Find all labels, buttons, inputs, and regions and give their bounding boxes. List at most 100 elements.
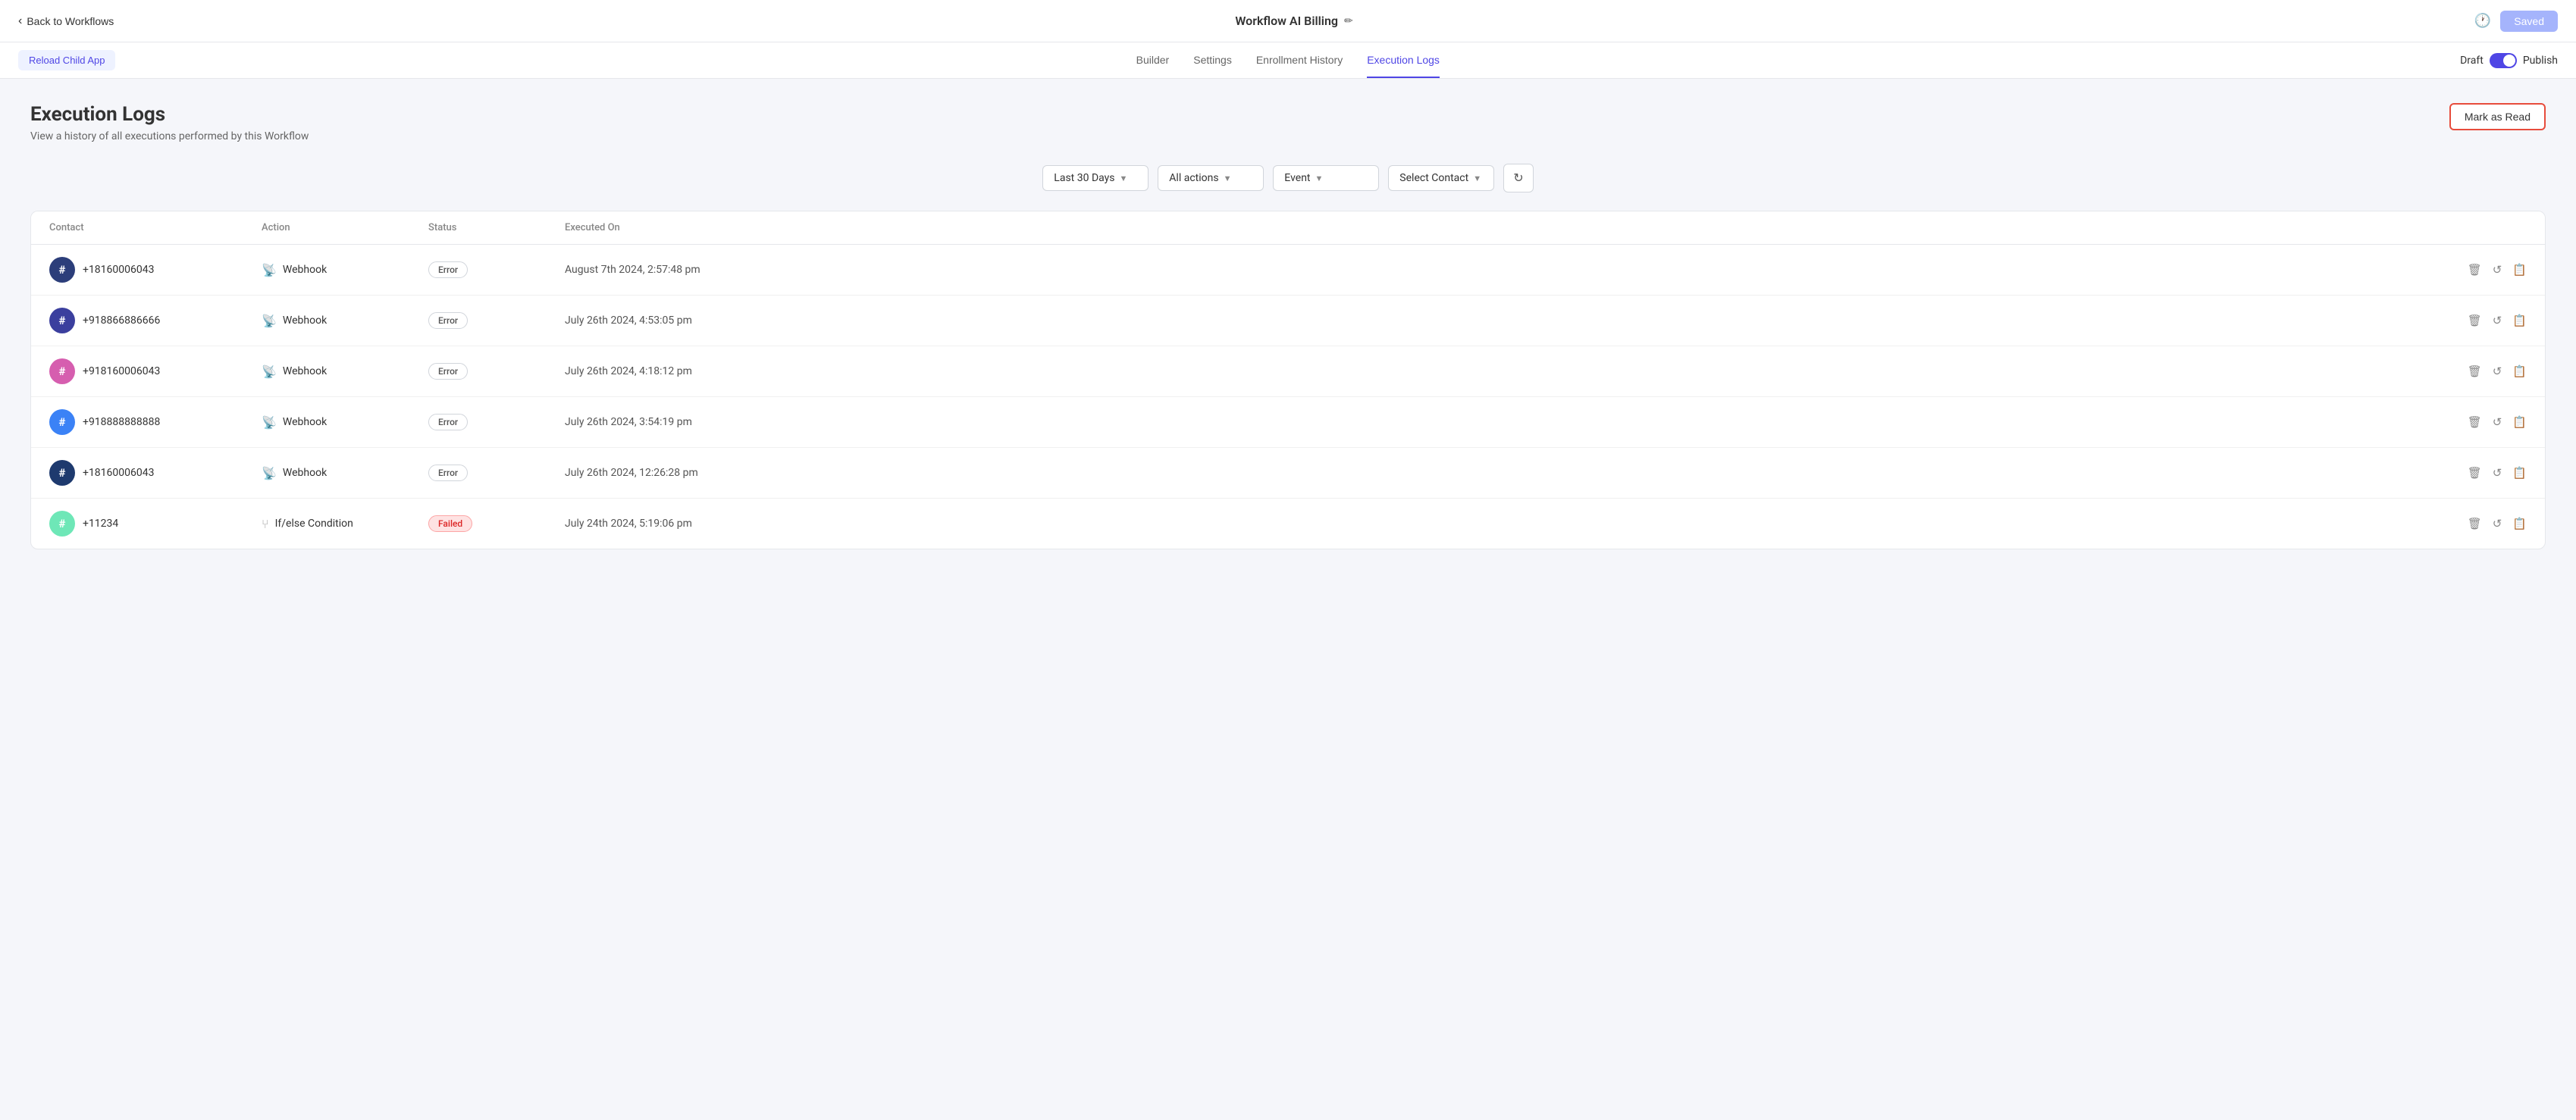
avatar: # (49, 460, 75, 486)
tab-builder[interactable]: Builder (1136, 43, 1170, 78)
status-cell: Failed (428, 515, 565, 532)
header-action: Action (262, 222, 428, 233)
back-to-workflows-button[interactable]: ‹ Back to Workflows (18, 14, 114, 28)
delete-button[interactable]: 🗑 (2468, 364, 2482, 378)
contact-number: +918888888888 (83, 416, 160, 428)
retry-button[interactable]: ↺ (2493, 263, 2502, 277)
actions-filter[interactable]: All actions ▼ (1158, 165, 1264, 191)
actions-label: All actions (1169, 172, 1218, 184)
reload-child-app-button[interactable]: Reload Child App (18, 50, 115, 70)
executed-on-cell: July 26th 2024, 12:26:28 pm (565, 467, 2436, 479)
contact-number: +18160006043 (83, 467, 155, 479)
avatar: # (49, 511, 75, 537)
draft-label: Draft (2460, 55, 2484, 67)
event-filter[interactable]: Event ▼ (1273, 165, 1379, 191)
row-actions: 🗑 ↺ 📋 (2436, 517, 2527, 530)
status-cell: Error (428, 465, 565, 481)
table-row: # +918160006043 📡 Webhook Error July 26t… (31, 346, 2545, 397)
row-actions: 🗑 ↺ 📋 (2436, 314, 2527, 327)
row-actions: 🗑 ↺ 📋 (2436, 415, 2527, 429)
contact-cell: # +918888888888 (49, 409, 262, 435)
table-row: # +918866886666 📡 Webhook Error July 26t… (31, 296, 2545, 346)
header-actions (2436, 222, 2527, 233)
event-label: Event (1284, 172, 1310, 184)
select-contact-label: Select Contact (1399, 172, 1468, 184)
select-contact-chevron-icon: ▼ (1473, 174, 1481, 183)
delete-button[interactable]: 🗑 (2468, 466, 2482, 480)
header-executed-on: Executed On (565, 222, 2436, 233)
saved-button[interactable]: Saved (2500, 11, 2558, 32)
publish-label: Publish (2523, 55, 2558, 67)
contact-number: +18160006043 (83, 264, 155, 276)
action-cell: 📡 Webhook (262, 314, 428, 328)
mark-as-read-button[interactable]: Mark as Read (2449, 103, 2546, 130)
edit-icon[interactable]: ✏ (1344, 15, 1353, 27)
action-icon: 📡 (262, 466, 277, 480)
table-row: # +11234 ⑂ If/else Condition Failed July… (31, 499, 2545, 549)
contact-cell: # +918160006043 (49, 358, 262, 384)
executed-on-cell: July 24th 2024, 5:19:06 pm (565, 518, 2436, 530)
action-label: Webhook (283, 314, 327, 327)
action-cell: 📡 Webhook (262, 263, 428, 277)
publish-toggle[interactable] (2490, 53, 2517, 68)
contact-number: +918866886666 (83, 314, 160, 327)
view-log-button[interactable]: 📋 (2512, 415, 2527, 429)
status-badge: Error (428, 465, 468, 481)
draft-publish-toggle: Draft Publish (2460, 53, 2558, 68)
history-icon[interactable]: 🕐 (2474, 13, 2491, 29)
contact-number: +11234 (83, 518, 118, 530)
action-cell: ⑂ If/else Condition (262, 517, 428, 531)
status-cell: Error (428, 414, 565, 430)
delete-button[interactable]: 🗑 (2468, 263, 2482, 277)
row-actions: 🗑 ↺ 📋 (2436, 466, 2527, 480)
view-log-button[interactable]: 📋 (2512, 263, 2527, 277)
table-row: # +18160006043 📡 Webhook Error August 7t… (31, 245, 2545, 296)
event-chevron-icon: ▼ (1315, 174, 1324, 183)
retry-button[interactable]: ↺ (2493, 415, 2502, 429)
row-actions: 🗑 ↺ 📋 (2436, 263, 2527, 277)
main-content: Execution Logs View a history of all exe… (0, 79, 2576, 574)
workflow-title-area: Workflow AI Billing ✏ (1235, 14, 1352, 28)
retry-button[interactable]: ↺ (2493, 517, 2502, 530)
contact-number: +918160006043 (83, 365, 160, 377)
tab-execution-logs[interactable]: Execution Logs (1367, 43, 1440, 78)
refresh-button[interactable]: ↻ (1503, 164, 1533, 192)
retry-button[interactable]: ↺ (2493, 364, 2502, 378)
filters-bar: Last 30 Days ▼ All actions ▼ Event ▼ Sel… (30, 164, 2546, 192)
view-log-button[interactable]: 📋 (2512, 517, 2527, 530)
row-actions: 🗑 ↺ 📋 (2436, 364, 2527, 378)
action-label: Webhook (283, 365, 327, 377)
select-contact-filter[interactable]: Select Contact ▼ (1388, 165, 1494, 191)
action-label: If/else Condition (275, 518, 353, 530)
table-row: # +18160006043 📡 Webhook Error July 26th… (31, 448, 2545, 499)
delete-button[interactable]: 🗑 (2468, 314, 2482, 327)
table-body: # +18160006043 📡 Webhook Error August 7t… (31, 245, 2545, 549)
status-badge: Error (428, 261, 468, 278)
retry-button[interactable]: ↺ (2493, 466, 2502, 480)
nav-tabs: Builder Settings Enrollment History Exec… (1136, 43, 1440, 78)
back-arrow-icon: ‹ (18, 14, 22, 28)
delete-button[interactable]: 🗑 (2468, 415, 2482, 429)
header-contact: Contact (49, 222, 262, 233)
tab-settings[interactable]: Settings (1193, 43, 1232, 78)
retry-button[interactable]: ↺ (2493, 314, 2502, 327)
top-right-actions: 🕐 Saved (2474, 11, 2558, 32)
status-badge: Failed (428, 515, 472, 532)
table-header: Contact Action Status Executed On (31, 211, 2545, 245)
view-log-button[interactable]: 📋 (2512, 314, 2527, 327)
delete-button[interactable]: 🗑 (2468, 517, 2482, 530)
execution-logs-table: Contact Action Status Executed On # +181… (30, 211, 2546, 549)
sub-nav: Reload Child App Builder Settings Enroll… (0, 42, 2576, 79)
action-cell: 📡 Webhook (262, 415, 428, 430)
page-title: Execution Logs (30, 103, 309, 126)
status-badge: Error (428, 363, 468, 380)
action-cell: 📡 Webhook (262, 364, 428, 379)
table-row: # +918888888888 📡 Webhook Error July 26t… (31, 397, 2545, 448)
executed-on-cell: July 26th 2024, 4:18:12 pm (565, 365, 2436, 377)
view-log-button[interactable]: 📋 (2512, 466, 2527, 480)
view-log-button[interactable]: 📋 (2512, 364, 2527, 378)
date-range-filter[interactable]: Last 30 Days ▼ (1042, 165, 1149, 191)
action-icon: 📡 (262, 415, 277, 430)
tab-enrollment-history[interactable]: Enrollment History (1256, 43, 1343, 78)
date-range-chevron-icon: ▼ (1120, 174, 1128, 183)
